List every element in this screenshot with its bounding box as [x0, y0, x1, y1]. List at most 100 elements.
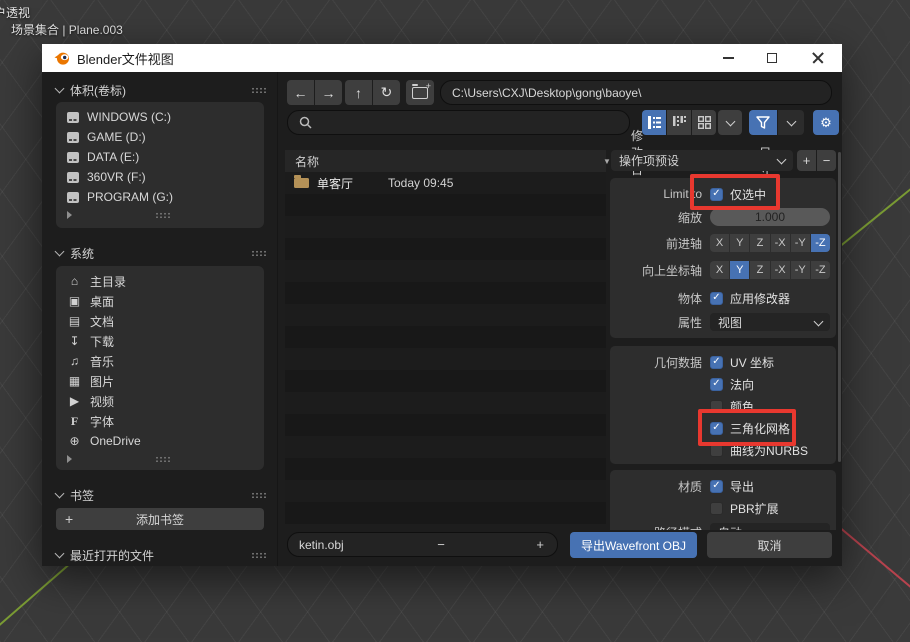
system-item-desktop[interactable]: ▣桌面 [56, 291, 264, 311]
expand-triangle-icon[interactable] [67, 455, 72, 463]
filename-value: ketin.obj [299, 538, 344, 552]
path-mode-label: 路径模式 [616, 524, 702, 531]
section-title: 系统 [70, 245, 94, 262]
properties-dropdown[interactable]: 视图 [710, 313, 830, 331]
refresh-button[interactable]: ↻ [373, 80, 400, 105]
axis-button[interactable]: Z [750, 234, 769, 252]
volume-label: GAME (D:) [87, 130, 146, 144]
export-materials-checkbox[interactable] [710, 480, 723, 493]
view-mode-grid-button[interactable] [692, 110, 716, 135]
volume-item-e[interactable]: DATA (E:) [56, 147, 264, 167]
system-label: 字体 [90, 413, 114, 430]
section-header-volumes[interactable]: 体积(卷标) [56, 82, 266, 98]
system-item-onedrive[interactable]: ⊕OneDrive [56, 431, 264, 451]
uv-coords-label[interactable]: UV 坐标 [730, 354, 774, 371]
new-folder-button[interactable]: + [406, 80, 434, 105]
axis-button[interactable]: Y [730, 261, 749, 279]
filename-input[interactable]: ketin.obj − + [287, 532, 558, 557]
normals-label[interactable]: 法向 [730, 376, 754, 393]
view-mode-list-button[interactable] [642, 110, 666, 135]
system-item-fonts[interactable]: F字体 [56, 411, 264, 431]
settings-button[interactable]: ⚙ [813, 110, 839, 135]
grip-icon [251, 87, 266, 93]
scale-value-field[interactable]: 1.000 [710, 208, 830, 226]
new-folder-icon: + [412, 87, 428, 99]
apply-modifiers-label[interactable]: 应用修改器 [730, 290, 790, 307]
volume-item-d[interactable]: GAME (D:) [56, 127, 264, 147]
grid-view-icon [698, 116, 711, 129]
increment-button[interactable]: + [526, 537, 546, 552]
export-obj-button[interactable]: 导出Wavefront OBJ [570, 532, 697, 558]
operator-preset-dropdown[interactable]: 操作项预设 [611, 150, 793, 171]
path-mode-dropdown[interactable]: 自动 [710, 523, 830, 530]
home-icon: ⌂ [67, 274, 82, 288]
chevron-down-icon [55, 84, 65, 94]
system-item-downloads[interactable]: ↧下载 [56, 331, 264, 351]
system-item-music[interactable]: ♫音乐 [56, 351, 264, 371]
maximize-icon [767, 53, 777, 63]
filter-button[interactable] [749, 110, 777, 135]
view-mode-detail-button[interactable] [667, 110, 691, 135]
uv-coords-checkbox[interactable] [710, 356, 723, 369]
axis-button[interactable]: X [710, 234, 729, 252]
path-field[interactable]: C:\Users\CXJ\Desktop\gong\baoye\ [440, 80, 832, 105]
volume-item-f[interactable]: 360VR (F:) [56, 167, 264, 187]
system-item-home[interactable]: ⌂ 主目录 [56, 271, 264, 291]
pbr-extension-label[interactable]: PBR扩展 [730, 500, 779, 517]
scale-label: 缩放 [616, 209, 702, 226]
detail-view-icon [673, 116, 686, 129]
normals-checkbox[interactable] [710, 378, 723, 391]
back-button[interactable]: ← [287, 80, 314, 105]
plus-icon: + [65, 511, 73, 527]
axis-button[interactable]: -Y [791, 261, 810, 279]
volume-item-c[interactable]: WINDOWS (C:) [56, 107, 264, 127]
system-item-videos[interactable]: ▶视频 [56, 391, 264, 411]
column-header-name[interactable]: 名称 [295, 153, 319, 170]
system-label: 主目录 [90, 273, 126, 290]
preset-remove-button[interactable]: − [817, 150, 836, 171]
filter-funnel-icon [756, 116, 770, 129]
volume-item-g[interactable]: PROGRAM (G:) [56, 187, 264, 207]
view-mode-dropdown-button[interactable] [718, 110, 742, 135]
forward-button[interactable]: → [315, 80, 342, 105]
axis-button[interactable]: Z [750, 261, 769, 279]
export-materials-label[interactable]: 导出 [730, 478, 754, 495]
axis-button[interactable]: -Y [791, 234, 810, 252]
axis-button[interactable]: -X [771, 261, 790, 279]
section-header-system[interactable]: 系统 [56, 245, 266, 261]
chevron-down-icon [55, 489, 65, 499]
highlight-annotation-triangulate [698, 409, 796, 446]
options-scrollbar[interactable] [838, 152, 841, 462]
decrement-button[interactable]: − [425, 537, 445, 552]
axis-button[interactable]: -Z [811, 261, 830, 279]
close-button[interactable] [796, 44, 840, 72]
system-item-documents[interactable]: ▤文档 [56, 311, 264, 331]
axis-button[interactable]: -Z [811, 234, 830, 252]
onedrive-globe-icon: ⊕ [67, 434, 82, 448]
cancel-button[interactable]: 取消 [707, 532, 832, 558]
up-button[interactable]: ↑ [345, 80, 372, 105]
grip-icon [251, 492, 266, 498]
system-item-pictures[interactable]: ▦图片 [56, 371, 264, 391]
grip-icon[interactable] [155, 456, 170, 462]
search-input[interactable] [287, 110, 630, 135]
chevron-down-icon [814, 526, 824, 530]
section-header-recent[interactable]: 最近打开的文件 [56, 547, 266, 563]
viewport-perspective-label: 户透视 [0, 4, 30, 21]
axis-button[interactable]: Y [730, 234, 749, 252]
file-row-folder[interactable]: 单客厅 Today 09:45 [285, 172, 606, 194]
preset-add-button[interactable]: + [797, 150, 816, 171]
section-header-bookmarks[interactable]: 书签 [56, 487, 266, 503]
apply-modifiers-checkbox[interactable] [710, 292, 723, 305]
minimize-button[interactable] [706, 44, 750, 72]
pbr-extension-checkbox[interactable] [710, 502, 723, 515]
file-list[interactable]: 单客厅 Today 09:45 [285, 172, 606, 524]
axis-button[interactable]: -X [771, 234, 790, 252]
filter-dropdown-button[interactable] [778, 110, 804, 135]
system-label: 桌面 [90, 293, 114, 310]
grip-icon[interactable] [155, 212, 170, 218]
maximize-button[interactable] [750, 44, 794, 72]
expand-triangle-icon[interactable] [67, 211, 72, 219]
add-bookmark-button[interactable]: + 添加书签 [56, 508, 264, 530]
axis-button[interactable]: X [710, 261, 729, 279]
